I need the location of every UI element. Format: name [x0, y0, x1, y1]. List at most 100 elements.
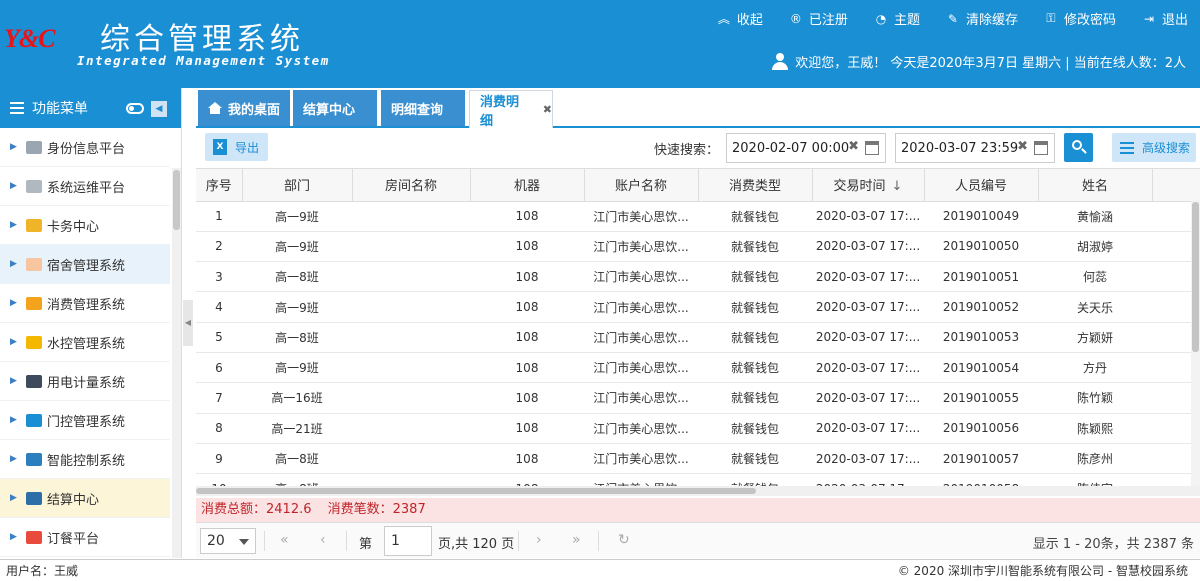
- table-cell: 江门市美心思饮...: [584, 413, 698, 444]
- column-header[interactable]: 消费类型: [698, 169, 813, 202]
- column-header[interactable]: 账户名称: [584, 169, 699, 202]
- start-time-input[interactable]: 2020-02-07 00:00 ✖: [726, 133, 886, 163]
- sidebar-item-5[interactable]: ▶ 水控管理系统: [0, 323, 170, 362]
- table-cell: 高一9班: [242, 352, 352, 384]
- menu-icon: [10, 102, 24, 114]
- tab-label: 明细查询: [391, 102, 444, 118]
- table-body: 1 高一9班 108 江门市美心思饮... 就餐钱包 2020-03-07 17:... 2…: [196, 201, 1200, 498]
- page-size-select[interactable]: 20: [200, 528, 256, 554]
- prev-page-icon[interactable]: ‹: [320, 532, 326, 548]
- tab-detail-query[interactable]: 明细查询: [381, 90, 465, 126]
- table-row[interactable]: 9 高一8班 108 江门市美心思饮... 就餐钱包 2020-03-07 17:... 2…: [196, 443, 1200, 475]
- calendar-icon[interactable]: [1034, 141, 1048, 155]
- close-icon[interactable]: ✖: [543, 103, 552, 116]
- table-cell: 2019010050: [924, 231, 1038, 263]
- tab-bar: 我的桌面 结算中心 明细查询 消费明细 ✖: [196, 88, 1200, 129]
- end-time-input[interactable]: 2020-03-07 23:59 ✖: [895, 133, 1055, 163]
- table-cell: 陈颖熙: [1038, 413, 1152, 444]
- table-cell: [352, 382, 470, 414]
- table-row[interactable]: 4 高一9班 108 江门市美心思饮... 就餐钱包 2020-03-07 17:... 2…: [196, 291, 1200, 323]
- sidebar-item-0[interactable]: ▶ 身份信息平台: [0, 128, 170, 167]
- advanced-search-button[interactable]: 高级搜索: [1112, 133, 1196, 162]
- tab-my-desktop[interactable]: 我的桌面: [198, 90, 290, 126]
- table-cell: 5: [196, 322, 242, 353]
- page-number-input[interactable]: 1: [384, 526, 432, 556]
- caret-right-icon: ▶: [10, 259, 17, 269]
- split-handle[interactable]: ◀: [183, 300, 193, 346]
- table-cell: 江门市美心思饮...: [584, 261, 698, 293]
- table-cell: 高一9班: [242, 291, 352, 323]
- header-link-2[interactable]: ◔ 主题: [874, 9, 920, 29]
- header-link-0[interactable]: ︽ 收起: [717, 9, 763, 28]
- table-row[interactable]: 5 高一8班 108 江门市美心思饮... 就餐钱包 2020-03-07 17:... 2…: [196, 322, 1200, 353]
- search-button[interactable]: [1064, 133, 1093, 162]
- header-link-4[interactable]: ⚿ 修改密码: [1044, 9, 1116, 28]
- export-button[interactable]: X 导出: [205, 133, 268, 161]
- calendar-icon[interactable]: [865, 141, 879, 155]
- dashboard-icon: ◔: [875, 11, 887, 26]
- sidebar-header: 功能菜单 ◀: [0, 88, 181, 128]
- sidebar-item-9[interactable]: ▶ 结算中心: [0, 479, 170, 518]
- export-label: 导出: [235, 140, 260, 155]
- calculator-icon: [26, 491, 42, 505]
- table-row[interactable]: 6 高一9班 108 江门市美心思饮... 就餐钱包 2020-03-07 17:... 2…: [196, 352, 1200, 384]
- sidebar-item-label: 系统运维平台: [47, 180, 126, 196]
- table-cell: [352, 443, 470, 475]
- table-cell: 就餐钱包: [698, 291, 812, 323]
- column-header[interactable]: [1152, 169, 1200, 202]
- toggle-icon[interactable]: [126, 103, 144, 114]
- collapse-sidebar-button[interactable]: ◀: [151, 101, 167, 117]
- table-cell: 江门市美心思饮...: [584, 291, 698, 323]
- table-cell: 高一9班: [242, 201, 352, 232]
- table-row[interactable]: 3 高一8班 108 江门市美心思饮... 就餐钱包 2020-03-07 17:... 2…: [196, 261, 1200, 293]
- sidebar-item-2[interactable]: ▶ 卡务中心: [0, 206, 170, 245]
- header-link-1[interactable]: ® 已注册: [789, 9, 848, 29]
- table-cell: [352, 291, 470, 323]
- tab-consumption-detail[interactable]: 消费明细 ✖: [469, 90, 553, 129]
- column-header[interactable]: 部门: [242, 169, 353, 202]
- column-header[interactable]: 机器: [470, 169, 585, 202]
- table-row[interactable]: 2 高一9班 108 江门市美心思饮... 就餐钱包 2020-03-07 17:... 2…: [196, 231, 1200, 263]
- refresh-icon[interactable]: ↻: [618, 532, 630, 548]
- table-cell: [352, 352, 470, 384]
- clear-start-icon[interactable]: ✖: [848, 139, 859, 154]
- column-header[interactable]: 人员编号: [924, 169, 1039, 202]
- sidebar-item-10[interactable]: ▶ 订餐平台: [0, 518, 170, 557]
- sidebar-item-7[interactable]: ▶ 门控管理系统: [0, 401, 170, 440]
- table-cell: 就餐钱包: [698, 261, 812, 293]
- column-header[interactable]: 姓名: [1038, 169, 1153, 202]
- table-cell: 2019010051: [924, 261, 1038, 293]
- sidebar-title: 功能菜单: [32, 101, 88, 117]
- sidebar-item-1[interactable]: ▶ 系统运维平台: [0, 167, 170, 206]
- sidebar-scrollbar[interactable]: [172, 168, 181, 558]
- last-page-icon[interactable]: »: [572, 532, 581, 548]
- quick-search-label: 快速搜索：: [654, 143, 720, 158]
- column-header[interactable]: 房间名称: [352, 169, 471, 202]
- header-link-5[interactable]: ⇥ 退出: [1142, 9, 1188, 29]
- table-row[interactable]: 8 高一21班 108 江门市美心思饮... 就餐钱包 2020-03-07 17:...…: [196, 413, 1200, 444]
- table-cell: 1: [196, 201, 242, 232]
- column-header[interactable]: 序号: [196, 169, 243, 202]
- caret-right-icon: ▶: [10, 376, 17, 386]
- sidebar-item-label: 卡务中心: [47, 219, 100, 235]
- table-cell: 就餐钱包: [698, 322, 812, 353]
- column-header[interactable]: 交易时间 ↓: [812, 169, 925, 202]
- sidebar-item-label: 消费管理系统: [47, 297, 126, 313]
- sidebar-item-8[interactable]: ▶ 智能控制系统: [0, 440, 170, 479]
- sidebar-item-6[interactable]: ▶ 用电计量系统: [0, 362, 170, 401]
- table-cell: 108: [470, 382, 584, 414]
- table-row[interactable]: 7 高一16班 108 江门市美心思饮... 就餐钱包 2020-03-07 17:...…: [196, 382, 1200, 414]
- sidebar-item-4[interactable]: ▶ 消费管理系统: [0, 284, 170, 323]
- tab-settlement-center[interactable]: 结算中心: [293, 90, 377, 126]
- header-link-3[interactable]: ✎ 清除缓存: [946, 9, 1018, 29]
- sidebar-item-3[interactable]: ▶ 宿舍管理系统: [0, 245, 170, 284]
- caret-right-icon: ▶: [10, 220, 17, 230]
- table-cell: 2020-03-07 17:...: [812, 413, 924, 444]
- app-header: Y&C 综合管理系统 Integrated Management System …: [0, 0, 1200, 88]
- grid-vertical-scrollbar[interactable]: [1191, 200, 1200, 486]
- table-row[interactable]: 1 高一9班 108 江门市美心思饮... 就餐钱包 2020-03-07 17:... 2…: [196, 201, 1200, 232]
- first-page-icon[interactable]: «: [280, 532, 289, 548]
- grid-horizontal-scrollbar[interactable]: [196, 486, 1200, 496]
- next-page-icon[interactable]: ›: [536, 532, 542, 548]
- clear-end-icon[interactable]: ✖: [1017, 139, 1028, 154]
